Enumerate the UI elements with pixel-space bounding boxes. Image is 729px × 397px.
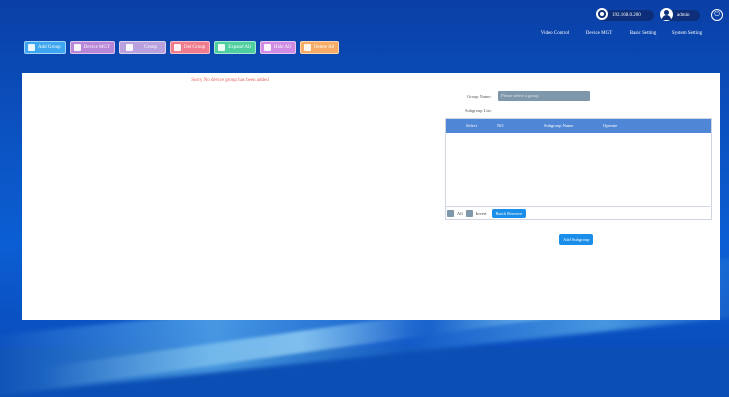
expand-icon [218, 44, 226, 51]
table-footer: All Invert Batch Remove [445, 206, 710, 220]
subgroup-table: Select NO. Subgroup Name Operate [445, 118, 712, 220]
location-pin-icon [596, 8, 608, 20]
toolbar: Add Group Device MGT Group Del Group Exp… [24, 41, 340, 54]
delete-all-icon [303, 44, 311, 51]
username: admin [677, 13, 690, 18]
all-label: All [457, 211, 463, 216]
subgroup-panel: Group Name: Please select a group Subgro… [438, 73, 720, 320]
delete-group-icon [173, 44, 181, 51]
select-all-checkbox[interactable] [447, 210, 454, 217]
col-subgroup-name: Subgroup Name [544, 123, 574, 128]
device-mgt-button[interactable]: Device MGT [69, 41, 116, 54]
group-tree-panel: Sorry No device group has been added [22, 73, 439, 320]
col-operate: Operate [603, 123, 618, 128]
hide-all-button[interactable]: Hide All [259, 41, 296, 54]
invert-checkbox[interactable] [465, 210, 473, 217]
col-select: Select [466, 123, 477, 128]
user-badge[interactable]: admin [660, 8, 700, 21]
user-avatar-icon [660, 8, 673, 21]
power-icon[interactable]: ⏻ [711, 9, 723, 21]
add-group-icon [28, 44, 35, 51]
nav-basic-setting[interactable]: Basic Setting [621, 31, 665, 36]
nav-video-control[interactable]: Video Control [533, 31, 577, 36]
top-nav: Video Control Device MGT Basic Setting S… [533, 31, 709, 36]
del-group-button[interactable]: Del Group [169, 41, 211, 54]
batch-remove-button[interactable]: Batch Remove [491, 209, 527, 218]
collapse-icon [263, 44, 271, 51]
group-icon [126, 44, 134, 51]
expand-all-button[interactable]: Expand All [214, 41, 256, 54]
nav-device-mgt[interactable]: Device MGT [577, 31, 621, 36]
add-subgroup-button[interactable]: Add Subgroup [559, 234, 594, 245]
group-name-input[interactable]: Please select a group [498, 91, 590, 101]
col-no: NO. [497, 123, 505, 128]
add-group-button[interactable]: Add Group [24, 41, 66, 54]
invert-label: Invert [475, 211, 487, 216]
delete-all-button[interactable]: Delete All [299, 41, 340, 54]
group-button[interactable]: Group [119, 41, 166, 54]
group-name-label: Group Name: [467, 94, 492, 99]
ip-address-badge: 192.168.0.200 [596, 8, 654, 21]
subgroup-list-label: Subgroup List: [465, 108, 492, 113]
device-icon [73, 44, 81, 51]
table-header: Select NO. Subgroup Name Operate [446, 119, 711, 133]
nav-system-setting[interactable]: System Setting [665, 31, 709, 36]
ip-address: 192.168.0.200 [612, 13, 641, 18]
empty-group-message: Sorry No device group has been added [191, 78, 269, 83]
